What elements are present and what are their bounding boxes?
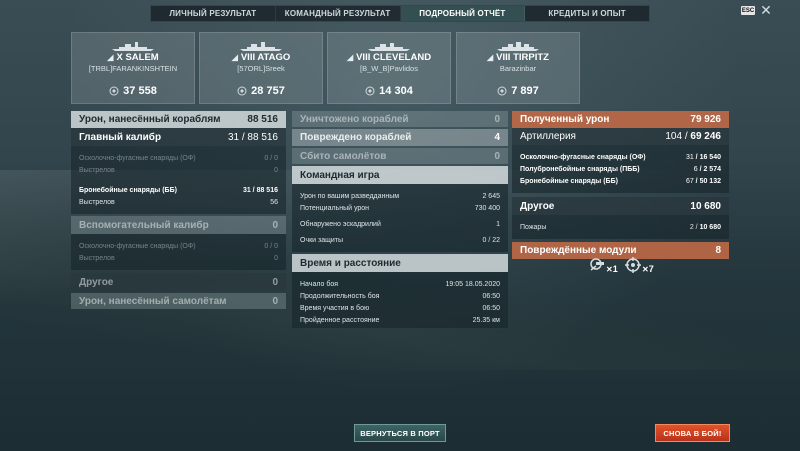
time-distance-header: Время и расстояние (292, 254, 508, 272)
main-battery-row: Главный калибр 31 / 88 516 (71, 128, 286, 146)
player-card[interactable]: ◢ VIII ATAGO [57ORL]Sreek 28 757 (199, 32, 323, 104)
tab-credits-xp[interactable]: КРЕДИТЫ И ОПЫТ (525, 6, 649, 21)
ship-silhouette-icon (240, 42, 282, 51)
battle-start-row: Начало боя 19:05 18.05.2020 (300, 280, 500, 288)
received-other-row: Другое 10 680 (512, 197, 729, 215)
ship-silhouette-icon (368, 43, 410, 51)
received-other-details: Пожары 2 / 10 680 (512, 215, 729, 239)
player-score: 37 558 (72, 85, 194, 97)
ship-name: ◢ VIII CLEVELAND (346, 52, 432, 63)
close-icon[interactable]: ✕ (758, 2, 774, 18)
base-xp-icon (109, 86, 119, 96)
secondary-details: Осколочно-фугасные снаряды (ОФ) 0 / 0 Выс… (71, 234, 286, 270)
ship-silhouette-icon (497, 42, 539, 51)
turret-module-icon (590, 258, 604, 271)
player-name: [TRBL]FARANKINSHTEIN (88, 64, 178, 73)
artillery-details: Осколочно-фугасные снаряды (ОФ) 31 / 16 5… (512, 145, 729, 193)
ap-shells-row: Бронебойные снаряды (ББ) 31 / 88 516 (79, 186, 278, 194)
other-damage-row: Другое 0 (71, 273, 286, 291)
received-sap-row: Полубронебойные снаряды (ПББ) 6 / 2 574 (520, 165, 721, 173)
player-card[interactable]: ◢ X SALEM [TRBL]FARANKINSHTEIN 37 558 (71, 32, 195, 104)
battle-duration-row: Продолжительность боя 06:50 (300, 292, 500, 300)
team-play-header: Командная игра (292, 166, 508, 184)
ship-name: ◢ X SALEM (107, 52, 159, 63)
player-name: Barazinbar (499, 64, 537, 73)
damage-dealt-header: Урон, нанесённый кораблям 88 516 (71, 111, 286, 128)
he-shells-row: Осколочно-фугасные снаряды (ОФ) 0 / 0 (79, 154, 278, 162)
damaged-modules-header: Повреждённые модули 8 (512, 242, 729, 259)
planes-shot-row: Сбито самолётов 0 (292, 148, 508, 164)
team-play-details: Урон по вашим разведданным 2 645 Потенциа… (292, 184, 508, 252)
ship-silhouette-icon (112, 42, 154, 51)
tab-team-result[interactable]: КОМАНДНЫЙ РЕЗУЛЬТАТ (276, 6, 401, 21)
plane-damage-row: Урон, нанесённый самолётам 0 (71, 293, 286, 309)
squadrons-spotted-row: Обнаружено эскадрилий 1 (300, 220, 500, 228)
ships-damaged-row: Повреждено кораблей 4 (292, 129, 508, 146)
ship-name: ◢ VIII ATAGO (231, 52, 291, 63)
battle-again-button[interactable]: СНОВА В БОЙ! (655, 424, 730, 442)
module-entry: ✕ 1 (588, 256, 618, 274)
base-xp-icon (365, 86, 375, 96)
team-panel: Уничтожено кораблей 0 Повреждено кораблей… (292, 111, 508, 328)
secondary-battery-row: Вспомогательный калибр 0 (71, 216, 286, 234)
player-score: 14 304 (328, 85, 450, 97)
base-xp-icon (237, 86, 247, 96)
secondary-he-row: Осколочно-фугасные снаряды (ОФ) 0 / 0 (79, 242, 278, 250)
received-he-row: Осколочно-фугасные снаряды (ОФ) 31 / 16 5… (520, 153, 721, 161)
return-to-port-button[interactable]: ВЕРНУТЬСЯ В ПОРТ (354, 424, 446, 442)
module-entry: ✕ 7 (624, 256, 654, 274)
damaged-modules-total: 8 (715, 245, 721, 256)
damage-dealt-total: 88 516 (247, 114, 278, 125)
player-score: 28 757 (200, 85, 322, 97)
artillery-row: Артиллерия 104 / 69 246 (512, 128, 729, 145)
damage-received-total: 79 926 (690, 114, 721, 125)
defense-points-row: Очки защиты 0 / 22 (300, 236, 500, 244)
results-tabs: ЛИЧНЫЙ РЕЗУЛЬТАТ КОМАНДНЫЙ РЕЗУЛЬТАТ ПОД… (150, 5, 650, 22)
spotting-damage-row: Урон по вашим разведданным 2 645 (300, 192, 500, 200)
distance-row: Пройденное расстояние 25.35 км (300, 316, 500, 324)
secondary-shots-row: Выстрелов 0 (79, 254, 278, 262)
player-score: 7 897 (457, 85, 579, 97)
steering-module-icon (625, 257, 641, 273)
damage-dealt-panel: Урон, нанесённый кораблям 88 516 Главный… (71, 111, 286, 309)
tab-personal-result[interactable]: ЛИЧНЫЙ РЕЗУЛЬТАТ (151, 6, 276, 21)
base-xp-icon (497, 86, 507, 96)
player-card[interactable]: ◢ VIII TIRPITZ Barazinbar 7 897 (456, 32, 580, 104)
participation-time-row: Время участия в бою 06:50 (300, 304, 500, 312)
player-name: [B_W_B]Pavlidos (360, 64, 418, 73)
fires-row: Пожары 2 / 10 680 (520, 223, 721, 231)
player-card[interactable]: ◢ VIII CLEVELAND [B_W_B]Pavlidos 14 304 (327, 32, 451, 104)
received-ap-row: Бронебойные снаряды (ББ) 67 / 50 132 (520, 177, 721, 185)
ap-shots-row: Выстрелов 56 (79, 198, 278, 206)
damage-received-header: Полученный урон 79 926 (512, 111, 729, 128)
ships-destroyed-row: Уничтожено кораблей 0 (292, 111, 508, 127)
time-distance-details: Начало боя 19:05 18.05.2020 Продолжительн… (292, 272, 508, 328)
tab-detailed-report[interactable]: ПОДРОБНЫЙ ОТЧЁТ (400, 6, 526, 21)
main-battery-details: Осколочно-фугасные снаряды (ОФ) 0 / 0 Выс… (71, 146, 286, 214)
esc-key-hint: ESC (741, 6, 755, 15)
player-name: [57ORL]Sreek (237, 64, 285, 73)
damage-received-panel: Полученный урон 79 926 Артиллерия 104 / 6… (512, 111, 729, 259)
he-shots-row: Выстрелов 0 (79, 166, 278, 174)
ship-name: ◢ VIII TIRPITZ (487, 52, 549, 63)
potential-damage-row: Потенциальный урон 730 400 (300, 204, 500, 212)
